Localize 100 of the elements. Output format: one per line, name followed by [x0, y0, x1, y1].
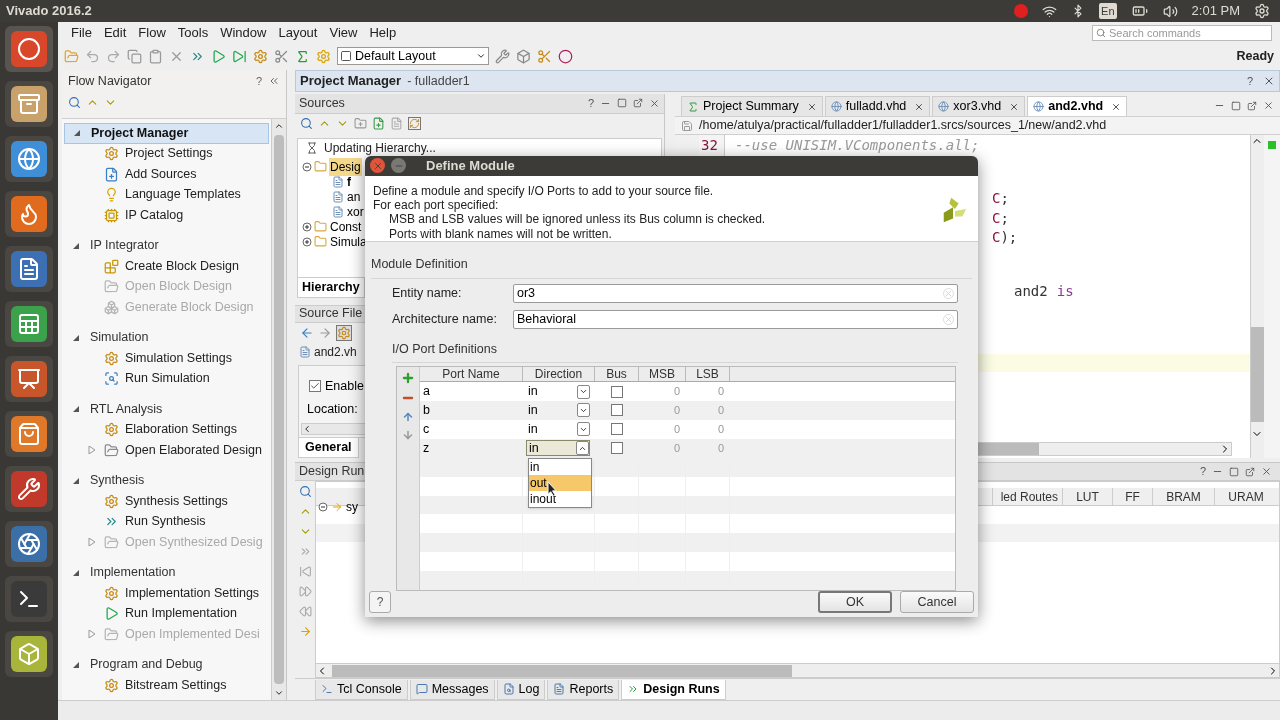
dropdown-option[interactable]: inout [529, 491, 591, 508]
open-folder-icon[interactable] [64, 48, 79, 64]
menu-item[interactable]: View [324, 23, 363, 43]
text-field[interactable]: or3 [513, 284, 958, 304]
menu-item[interactable]: Layout [273, 23, 323, 43]
menu-item[interactable]: Edit [98, 23, 132, 43]
nav-item[interactable]: Open Elaborated Design [125, 440, 262, 460]
scrollbar[interactable] [271, 119, 286, 700]
float-icon[interactable] [1247, 100, 1257, 111]
file-icon[interactable] [390, 117, 403, 131]
scissors-icon[interactable] [274, 48, 289, 64]
section-header[interactable]: RTL Analysis [64, 399, 269, 420]
paste-icon[interactable] [148, 48, 163, 64]
tree-item[interactable]: sy [346, 498, 358, 516]
record-icon[interactable] [1014, 4, 1029, 18]
menu-item[interactable]: File [66, 23, 97, 43]
nav-item[interactable]: Run Simulation [125, 369, 210, 389]
search-icon[interactable] [298, 485, 312, 498]
copy-icon[interactable] [127, 48, 142, 64]
search-icon[interactable] [68, 95, 81, 109]
section-header[interactable]: Project Manager [64, 123, 269, 144]
menu-item[interactable]: Window [215, 23, 272, 43]
column-header[interactable]: FF [1112, 488, 1152, 505]
nav-item[interactable]: Run Synthesis [125, 512, 206, 532]
panel-tab[interactable]: Design Runs [621, 679, 726, 700]
battery-icon[interactable] [1130, 3, 1149, 19]
scrollbar[interactable] [316, 663, 1279, 677]
keyboard-indicator[interactable]: En [1099, 2, 1117, 20]
launcher-item[interactable] [5, 356, 53, 402]
panel-tab[interactable]: Reports [547, 679, 620, 700]
nav-item[interactable]: Synthesis Settings [125, 491, 228, 511]
panel-tab[interactable]: Log [496, 679, 546, 700]
maximize-icon[interactable] [617, 98, 627, 109]
redo-icon[interactable] [106, 48, 121, 64]
collapse-node-icon[interactable] [318, 502, 328, 512]
launcher-item[interactable] [5, 466, 53, 512]
skip-back-icon[interactable] [298, 565, 312, 578]
column-header[interactable]: URAM [1214, 488, 1277, 505]
expand-triangle-icon[interactable] [72, 476, 80, 485]
dropdown-option[interactable]: out [529, 475, 591, 492]
close-icon[interactable] [1263, 75, 1275, 87]
float-icon[interactable] [1245, 466, 1255, 477]
collapse-icon[interactable] [268, 75, 280, 87]
layout-select[interactable]: Default Layout [337, 47, 489, 65]
column-header[interactable]: LUT [1062, 488, 1112, 505]
port-name[interactable]: c [420, 420, 523, 439]
section-header[interactable]: IP Integrator [64, 235, 269, 256]
move-down-icon[interactable] [402, 429, 414, 442]
expand-triangle-icon[interactable] [72, 405, 80, 414]
column-header[interactable]: Bus [595, 367, 639, 382]
direction-dropdown[interactable]: in [526, 402, 590, 419]
folder-icon[interactable] [354, 117, 367, 131]
help-button[interactable]: ? [587, 95, 594, 112]
launcher-item[interactable] [5, 246, 53, 292]
add-file-icon[interactable] [372, 117, 385, 131]
launcher-item[interactable] [5, 576, 53, 622]
checkbox[interactable] [611, 423, 623, 436]
nav-item[interactable]: Implementation Settings [125, 583, 260, 603]
direction-dropdown[interactable]: in [526, 421, 590, 438]
help-button[interactable]: ? [369, 591, 391, 614]
gear-icon[interactable] [336, 325, 352, 342]
close-icon[interactable] [1263, 100, 1274, 111]
scrollbar-thumb[interactable] [1251, 327, 1264, 422]
scrollbar-thumb[interactable] [274, 135, 284, 684]
menu-item[interactable]: Tools [172, 23, 214, 43]
nav-item[interactable]: Run Implementation [125, 604, 237, 624]
column-header[interactable]: Direction [523, 367, 595, 382]
wifi-icon[interactable] [1042, 3, 1058, 19]
direction-dropdown[interactable]: in [526, 440, 590, 457]
expand-node-icon[interactable] [302, 221, 312, 232]
dialog-button[interactable]: Cancel [900, 591, 974, 614]
search-icon[interactable] [300, 117, 313, 131]
nav-item[interactable]: Elaboration Settings [125, 420, 237, 440]
scrollbar-thumb[interactable] [332, 664, 792, 677]
nav-item[interactable]: IP Catalog [125, 205, 184, 225]
move-up-icon[interactable] [402, 411, 414, 424]
nav-item[interactable]: Language Templates [125, 185, 241, 205]
checkbox[interactable] [611, 404, 623, 417]
help-button[interactable]: ? [1199, 463, 1206, 480]
menu-item[interactable]: Help [364, 23, 402, 43]
column-header[interactable]: led Routes [992, 488, 1062, 505]
launcher-item[interactable] [5, 191, 53, 237]
tree-item[interactable]: Desig [329, 157, 362, 176]
panel-tab[interactable]: Messages [409, 679, 495, 700]
cube-icon[interactable] [516, 48, 531, 64]
nav-item[interactable]: Create Block Design [125, 256, 239, 276]
column-header[interactable]: Port Name [420, 367, 523, 382]
checkbox[interactable] [611, 442, 623, 455]
expand-triangle-icon[interactable] [72, 241, 80, 250]
skip-forward-icon[interactable] [232, 48, 247, 64]
dropdown-option[interactable]: in [529, 459, 591, 476]
gear-icon[interactable] [316, 48, 331, 64]
save-icon[interactable] [681, 119, 693, 132]
close-icon[interactable] [649, 97, 660, 109]
fast-forward-icon[interactable] [298, 585, 312, 598]
close-button[interactable] [370, 158, 385, 174]
column-header[interactable]: MSB [639, 367, 686, 382]
checkbox[interactable] [309, 380, 321, 393]
sigma-icon[interactable] [295, 48, 310, 64]
settings-icon[interactable] [1254, 3, 1270, 19]
